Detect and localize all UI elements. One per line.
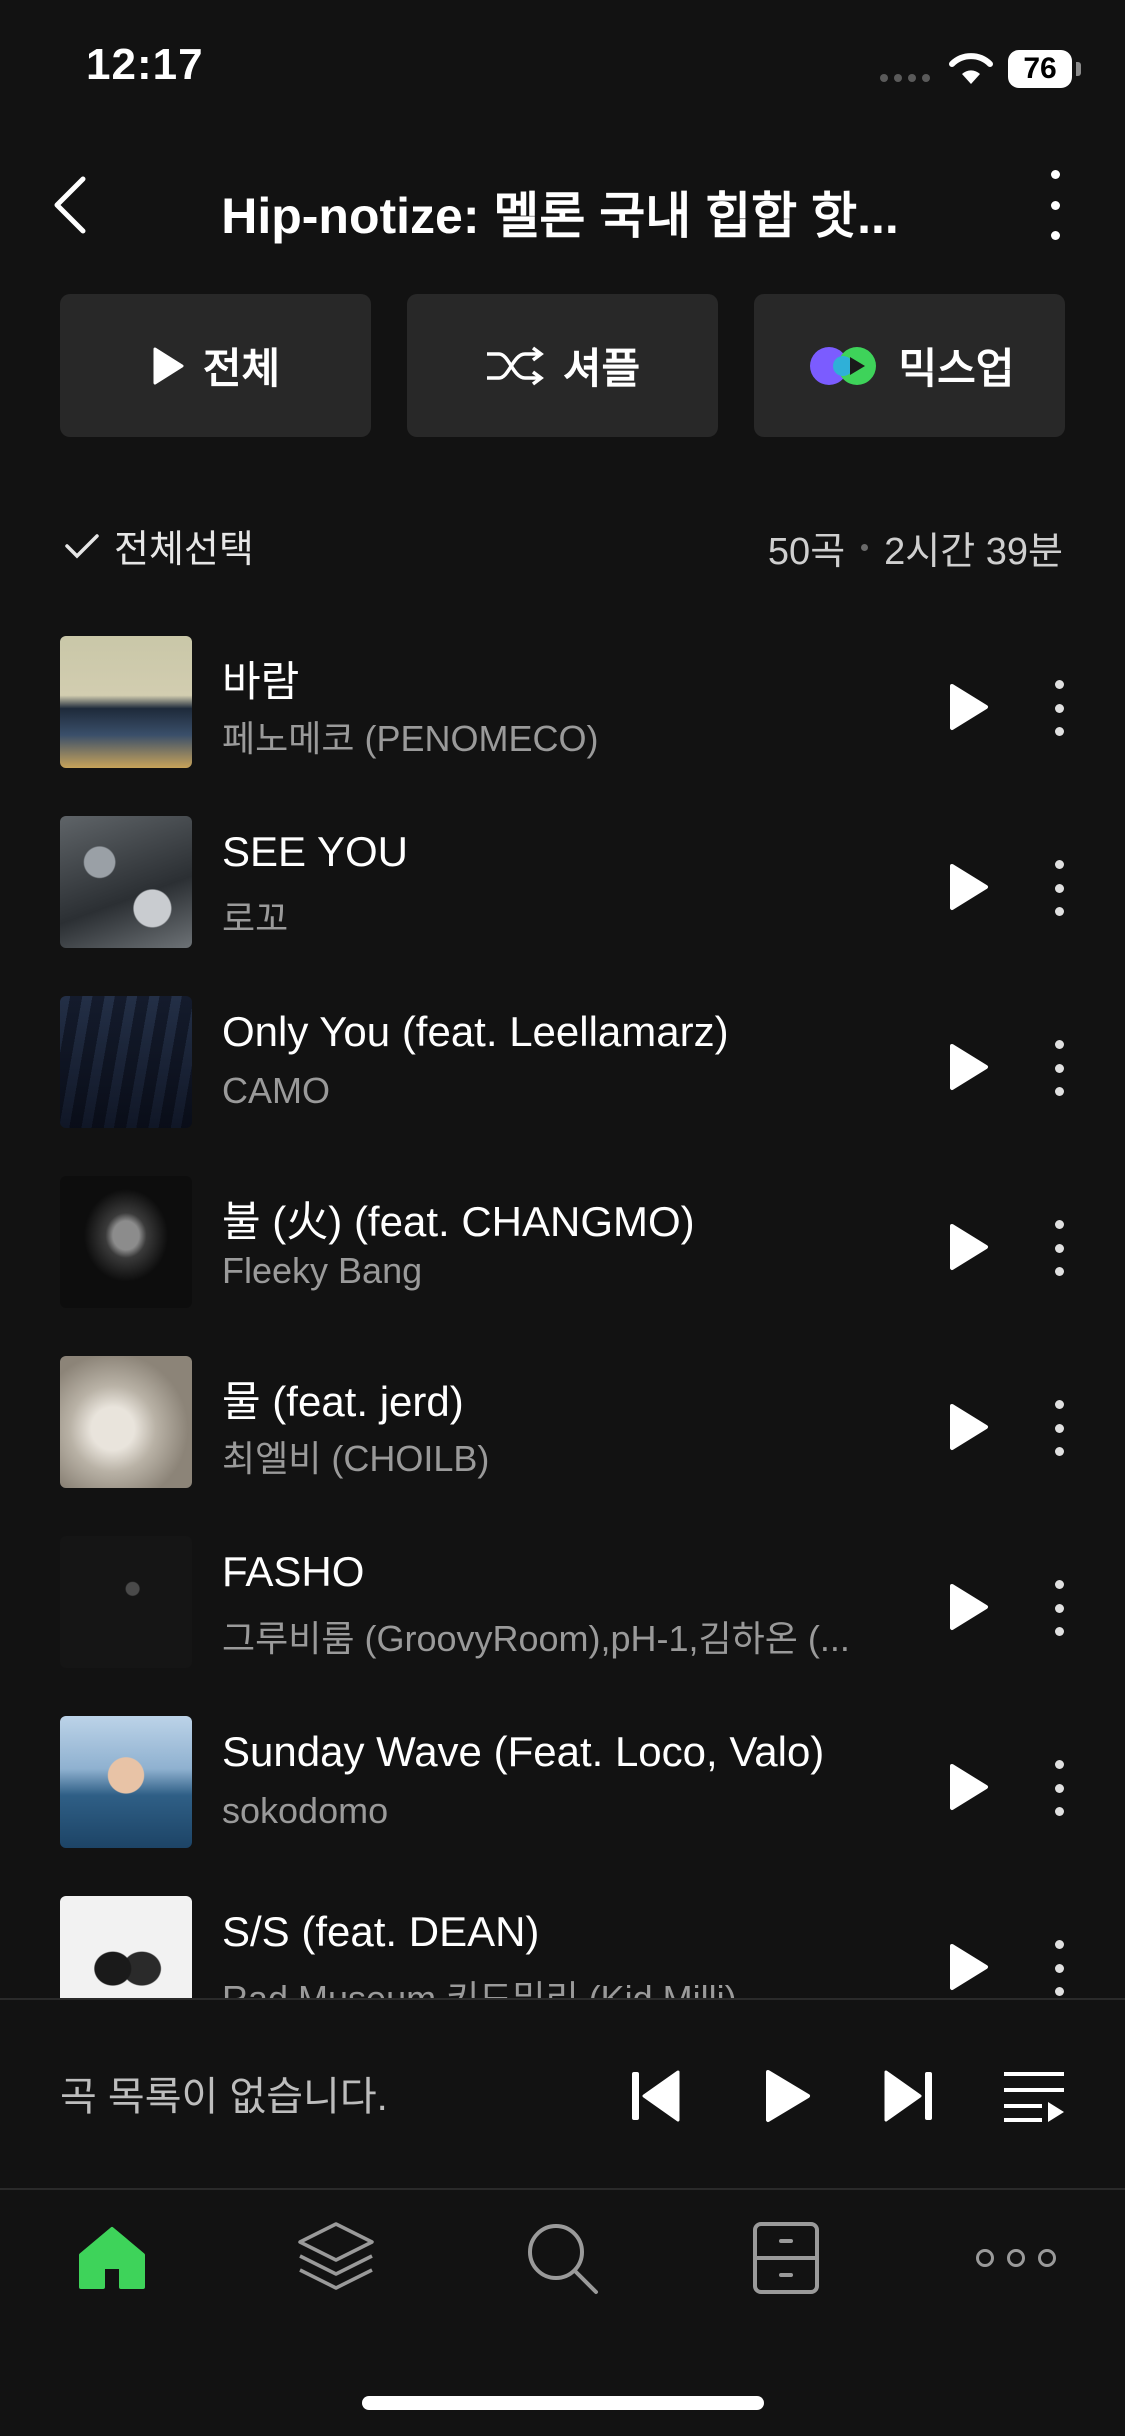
wifi-icon <box>948 48 994 91</box>
nav-search-tab[interactable] <box>522 2218 602 2298</box>
song-title: 불 (火) (feat. CHANGMO) <box>222 1198 695 1245</box>
nav-storage-tab[interactable] <box>746 2218 826 2298</box>
song-more-button[interactable] <box>1052 1940 1066 1996</box>
song-artist: sokodomo <box>222 1790 389 1831</box>
song-more-button[interactable] <box>1052 1760 1066 1816</box>
play-song-button[interactable] <box>946 1222 990 1272</box>
play-pause-button[interactable] <box>762 2068 812 2124</box>
song-title: SEE YOU <box>222 828 408 875</box>
cellular-signal-icon <box>880 74 932 84</box>
total-duration: 2시간 39분 <box>884 531 1063 573</box>
chevron-left-icon <box>54 176 86 234</box>
next-track-button[interactable] <box>882 2068 934 2124</box>
search-icon <box>528 2224 598 2294</box>
status-time: 12:17 <box>86 40 204 89</box>
song-row[interactable]: FASHO 그루비룸 (GroovyRoom),pH-1,김하온 (... <box>0 1518 1125 1698</box>
play-song-button[interactable] <box>946 1942 990 1992</box>
song-row[interactable]: 물 (feat. jerd) 최엘비 (CHOILB) <box>0 1338 1125 1518</box>
mixup-button[interactable]: 믹스업 <box>754 294 1065 437</box>
nav-library-tab[interactable] <box>296 2218 376 2298</box>
song-artist: CAMO <box>222 1070 330 1111</box>
play-song-button[interactable] <box>946 1402 990 1452</box>
song-row[interactable]: S/S (feat. DEAN) Rad Museum,키드밀리 (Kid Mi… <box>0 1878 1125 1998</box>
play-all-button[interactable]: 전체 <box>60 294 371 437</box>
mixup-label: 믹스업 <box>898 345 1015 392</box>
song-title: S/S (feat. DEAN) <box>222 1908 540 1955</box>
album-art <box>60 816 192 948</box>
home-icon <box>79 2227 145 2289</box>
album-art <box>60 996 192 1128</box>
select-all-toggle[interactable]: 전체선택 <box>64 518 254 573</box>
play-song-button[interactable] <box>946 682 990 732</box>
shuffle-label: 셔플 <box>562 345 641 392</box>
song-row[interactable]: 바람 페노메코 (PENOMECO) <box>0 618 1125 798</box>
song-list[interactable]: 바람 페노메코 (PENOMECO) SEE YOU 로꼬 Only You (… <box>0 618 1125 1998</box>
play-icon <box>153 347 184 384</box>
more-options-button[interactable] <box>1040 170 1070 240</box>
play-song-button[interactable] <box>946 1762 990 1812</box>
drawer-icon <box>753 2222 819 2294</box>
song-more-button[interactable] <box>1052 1040 1066 1096</box>
song-count: 50곡 <box>767 531 846 573</box>
song-artist: Fleeky Bang <box>222 1250 423 1291</box>
nav-more-tab[interactable] <box>972 2218 1060 2298</box>
song-title: Sunday Wave (Feat. Loco, Valo) <box>222 1728 825 1775</box>
song-more-button[interactable] <box>1052 1580 1066 1636</box>
playlist-queue-button[interactable] <box>1002 2068 1066 2124</box>
more-horizontal-icon <box>976 2249 1056 2267</box>
back-button[interactable] <box>40 170 100 240</box>
check-icon <box>65 533 99 558</box>
song-artist: 최엘비 (CHOILB) <box>222 1438 490 1479</box>
album-art <box>60 1176 192 1308</box>
battery-tip <box>1076 62 1081 76</box>
song-artist: Rad Museum,키드밀리 (Kid Milli) <box>222 1970 737 1998</box>
song-artist: 페노메코 (PENOMECO) <box>222 718 599 759</box>
album-art <box>60 636 192 768</box>
now-playing-empty-text: 곡 목록이 없습니다. <box>60 2075 388 2119</box>
play-song-button[interactable] <box>946 1042 990 1092</box>
song-more-button[interactable] <box>1052 1400 1066 1456</box>
shuffle-icon <box>486 346 544 385</box>
song-more-button[interactable] <box>1052 1220 1066 1276</box>
album-art <box>60 1536 192 1668</box>
song-row[interactable]: Sunday Wave (Feat. Loco, Valo) sokodomo <box>0 1698 1125 1878</box>
mixup-icon <box>809 346 876 385</box>
album-art <box>60 1896 192 1998</box>
nav-home-tab[interactable] <box>72 2218 152 2298</box>
home-indicator[interactable] <box>362 2396 764 2410</box>
song-title: Only You (feat. Leellamarz) <box>222 1008 729 1055</box>
song-artist: 그루비룸 (GroovyRoom),pH-1,김하온 (... <box>222 1618 850 1659</box>
song-more-button[interactable] <box>1052 680 1066 736</box>
song-artist: 로꼬 <box>222 898 289 939</box>
song-row[interactable]: 불 (火) (feat. CHANGMO) Fleeky Bang <box>0 1158 1125 1338</box>
album-art <box>60 1716 192 1848</box>
play-all-label: 전체 <box>202 345 281 392</box>
play-song-button[interactable] <box>946 862 990 912</box>
song-title: 바람 <box>222 658 300 705</box>
battery-indicator: 76 <box>1008 50 1072 88</box>
playlist-summary: 50곡 2시간 39분 <box>768 520 1063 575</box>
previous-track-button[interactable] <box>630 2068 682 2124</box>
song-row[interactable]: Only You (feat. Leellamarz) CAMO <box>0 978 1125 1158</box>
song-row[interactable]: SEE YOU 로꼬 <box>0 798 1125 978</box>
song-title: FASHO <box>222 1548 365 1595</box>
page-title: Hip-notize: 멜론 국내 힙합 핫... <box>221 188 899 244</box>
separator-dot <box>861 544 869 551</box>
play-song-button[interactable] <box>946 1582 990 1632</box>
album-art <box>60 1356 192 1488</box>
song-more-button[interactable] <box>1052 860 1066 916</box>
shuffle-button[interactable]: 셔플 <box>407 294 718 437</box>
select-all-label: 전체선택 <box>114 529 254 571</box>
song-title: 물 (feat. jerd) <box>222 1378 464 1425</box>
layers-icon <box>298 2222 374 2290</box>
